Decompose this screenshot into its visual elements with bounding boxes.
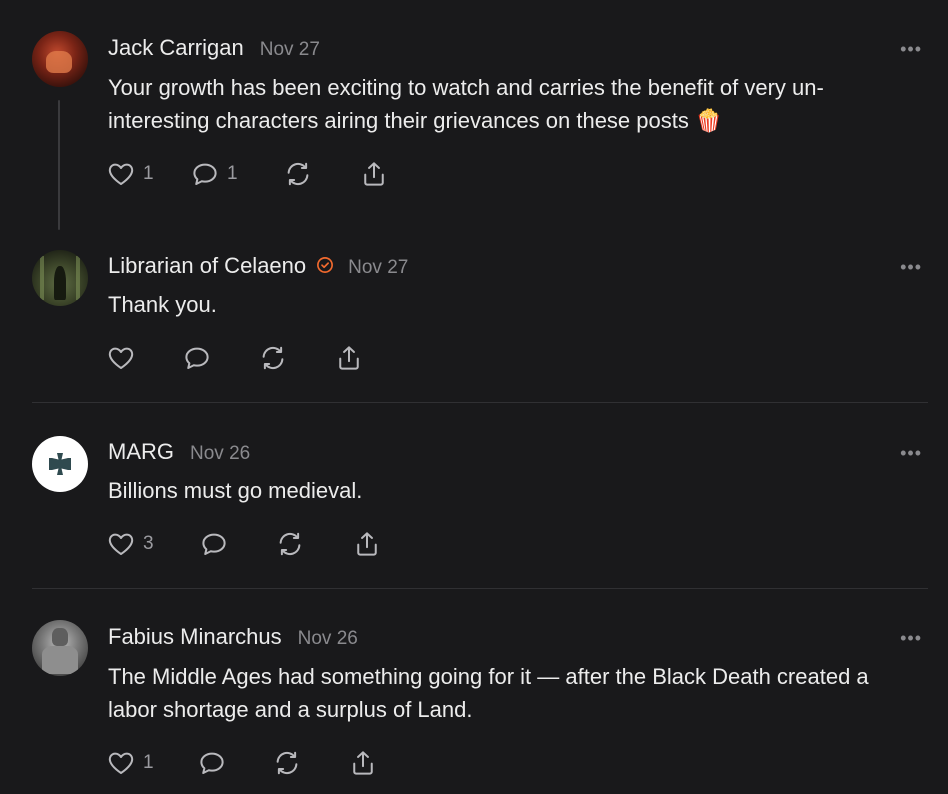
share-icon [359,159,389,189]
restack-icon [275,529,305,559]
restack-icon [283,159,313,189]
reply-button[interactable]: 1 [190,159,238,189]
comment-icon [199,529,229,559]
like-count: 3 [143,533,154,554]
more-icon[interactable]: ••• [900,444,922,462]
like-button[interactable] [106,343,136,373]
avatar[interactable] [32,436,88,492]
heart-icon [106,748,136,778]
comment-icon [197,748,227,778]
author-name[interactable]: Jack Carrigan [108,35,244,61]
verified-badge-icon [316,256,334,273]
like-count: 1 [143,752,154,773]
share-icon [352,529,382,559]
more-icon[interactable]: ••• [900,258,922,276]
avatar[interactable] [32,31,88,87]
share-button[interactable] [348,748,378,778]
comment-date[interactable]: Nov 27 [260,39,320,61]
divider [32,588,928,589]
like-button[interactable]: 1 [106,748,154,778]
more-icon[interactable]: ••• [900,40,922,58]
share-button[interactable] [352,529,382,559]
like-button[interactable]: 3 [106,529,154,559]
author-name[interactable]: MARG [108,439,174,465]
comment-date[interactable]: Nov 26 [298,628,358,650]
heart-icon [106,159,136,189]
avatar[interactable] [32,620,88,676]
share-button[interactable] [359,159,389,189]
share-button[interactable] [334,343,364,373]
author-name[interactable]: Fabius Minarchus [108,624,282,650]
restack-button[interactable] [275,529,305,559]
restack-icon [258,343,288,373]
comment-date[interactable]: Nov 27 [348,257,408,279]
reply-button[interactable] [199,529,229,559]
divider [32,402,928,403]
restack-button[interactable] [258,343,288,373]
like-button[interactable]: 1 [106,159,154,189]
share-icon [348,748,378,778]
comment-text: Billions must go medieval. [108,478,363,503]
comment-text: The Middle Ages had something going for … [108,664,869,722]
author-name[interactable]: Librarian of Celaeno [108,253,306,279]
reply-button[interactable] [197,748,227,778]
comment-icon [182,343,212,373]
thread-line [58,100,60,230]
comment-icon [190,159,220,189]
more-icon[interactable]: ••• [900,629,922,647]
reply-button[interactable] [182,343,212,373]
share-icon [334,343,364,373]
restack-icon [272,748,302,778]
like-count: 1 [143,163,154,184]
reply-count: 1 [227,163,238,184]
comment-text: Your growth has been exciting to watch a… [108,75,824,133]
restack-button[interactable] [283,159,313,189]
comment-text: Thank you. [108,292,217,317]
restack-button[interactable] [272,748,302,778]
comment-date[interactable]: Nov 26 [190,443,250,465]
avatar[interactable] [32,250,88,306]
heart-icon [106,529,136,559]
heart-icon [106,343,136,373]
